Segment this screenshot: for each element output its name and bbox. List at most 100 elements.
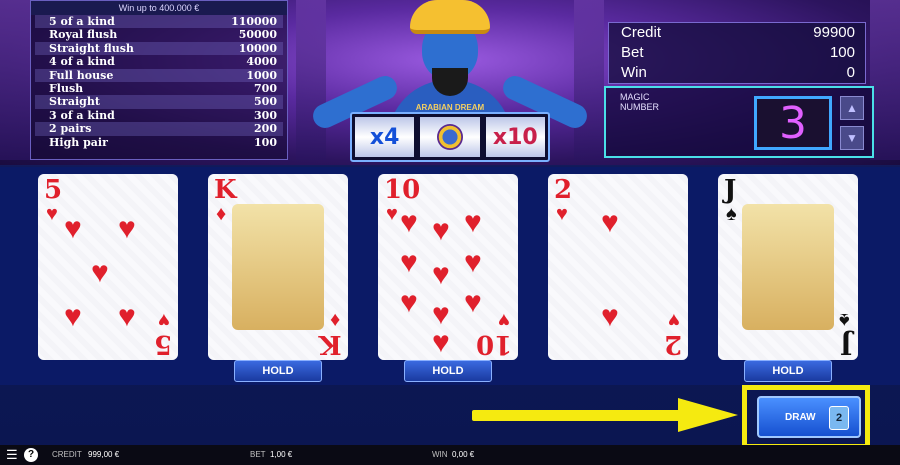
card-rank: K [214,175,237,205]
heart-pip-icon: ♥ [118,212,136,245]
card-slot: K ♦ K ♦ HOLD [208,174,348,382]
heart-pip-icon: ♥ [91,256,109,289]
paytable-pay: 10000 [238,41,277,55]
card-rank-bottom: 2 [663,329,682,359]
win-value: 0 [846,64,855,81]
face-card-figure [232,204,324,330]
card-suit-icon: ♦ [216,203,227,225]
paytable-header: Win up to 400.000 € [31,1,287,15]
card-suit-bottom-icon: ♦ [329,309,340,331]
heart-pip-icon: ♥ [464,246,482,279]
magic-down-arrow-icon[interactable]: ▼ [840,126,864,150]
card-rank-bottom: 10 [475,329,512,359]
bottom-win-value: 0,00 € [452,450,475,459]
heart-pip-icon: ♥ [464,206,482,239]
paytable-pay: 200 [254,122,277,136]
draw-button[interactable]: DRAW 2 [757,396,861,438]
playing-card[interactable]: K ♦ K ♦ [208,174,348,360]
win-label: Win [621,64,647,81]
paytable-row: 4 of a kind 4000 [35,55,283,68]
multiplier-reels: x4 x10 [350,112,550,162]
paytable-hand: Full house [49,68,114,82]
hold-button[interactable]: HOLD [234,360,322,382]
paytable-row: Flush 700 [35,82,283,95]
status-bar: ☰ ? CREDIT 999,00 € BET 1,00 € WIN 0,00 … [0,445,900,465]
magic-number-value: 3 [754,96,832,150]
card-rank: 10 [384,175,421,205]
card-suit-bottom-icon: ♥ [498,309,510,331]
paytable-row: 3 of a kind 300 [35,109,283,122]
genie-turban [410,0,490,34]
paytable-hand: 3 of a kind [49,108,115,122]
face-card-figure [742,204,834,330]
card-suit-icon: ♥ [556,203,568,225]
bet-label: Bet [621,44,644,61]
card-suit-icon: ♠ [726,203,737,225]
paytable-pay: 4000 [246,55,277,69]
help-icon[interactable]: ? [24,448,38,462]
paytable-hand: 2 pairs [49,122,92,136]
credit-row: Credit 99900 [609,23,865,43]
paytable-row: 2 pairs 200 [35,122,283,136]
paytable-hand: 5 of a kind [49,15,115,28]
paytable-hand: Royal flush [49,28,118,42]
heart-pip-icon: ♥ [464,286,482,319]
paytable-row: Full house 1000 [35,68,283,82]
multiplier-right: x10 [492,124,538,150]
paytable-pay: 100 [254,135,277,149]
paytable-row: 5 of a kind 110000 [35,15,283,29]
heart-pip-icon: ♥ [400,246,418,279]
card-suit-bottom-icon: ♥ [158,309,170,331]
magic-up-arrow-icon[interactable]: ▲ [840,96,864,120]
hold-button[interactable]: HOLD [404,360,492,382]
bet-value: 100 [829,44,855,61]
heart-pip-icon: ♥ [400,206,418,239]
multiplier-left: x4 [369,124,400,150]
bottom-credit-value: 999,00 € [88,450,120,459]
game-screen: Win up to 400.000 € 5 of a kind 110000 Roy… [0,0,900,465]
heart-pip-icon: ♥ [432,258,450,291]
multiplier-reel-right: x10 [485,117,545,157]
genie-emblem-icon [436,124,463,150]
paytable-row: Straight flush 10000 [35,41,283,56]
card-rank-bottom: K [319,329,342,359]
paytable-hand: High pair [49,135,108,149]
hint-arrow-shaft [472,410,682,421]
heart-pip-icon: ♥ [432,326,450,359]
credit-label: Credit [621,24,662,41]
paytable-row: High pair 100 [35,136,283,149]
heart-pip-icon: ♥ [400,286,418,319]
paytable-pay: 500 [254,95,277,109]
card-slot: 2 ♥ ♥ ♥ 2 ♥ [548,174,688,372]
playing-card[interactable]: 5 ♥ ♥ ♥ ♥ ♥ ♥ 5 ♥ [38,174,178,360]
multiplier-reel-center [420,117,480,157]
card-suit-icon: ♥ [386,203,398,225]
multiplier-reel-left: x4 [355,117,415,157]
playing-card[interactable]: 10 ♥ ♥ ♥ ♥ ♥ ♥ ♥ ♥ ♥ ♥ ♥ 10 ♥ [378,174,518,360]
playing-card[interactable]: 2 ♥ ♥ ♥ 2 ♥ [548,174,688,360]
tower-mid-left [296,0,326,160]
cards-icon: 2 [829,406,849,430]
paytable-pay: 110000 [231,15,277,28]
playing-card[interactable]: J ♠ J ♠ [718,174,858,360]
paytable-hand: Straight [49,95,100,109]
card-slot: 10 ♥ ♥ ♥ ♥ ♥ ♥ ♥ ♥ ♥ ♥ ♥ 10 ♥ HOLD [378,174,518,382]
heart-pip-icon: ♥ [601,300,619,333]
bottom-win-label: WIN [432,450,448,459]
tower-mid-right [574,0,604,160]
win-row: Win 0 [609,63,865,83]
bottom-bet-value: 1,00 € [270,450,293,459]
heart-pip-icon: ♥ [601,206,619,239]
hold-button[interactable]: HOLD [744,360,832,382]
paytable: Win up to 400.000 € 5 of a kind 110000 Roy… [30,0,288,160]
card-suit-bottom-icon: ♥ [668,309,680,331]
info-panel: Credit 99900 Bet 100 Win 0 [608,22,866,84]
paytable-row: Straight 500 [35,95,283,109]
heart-pip-icon: ♥ [432,214,450,247]
paytable-pay: 700 [254,81,277,95]
card-suit-icon: ♥ [46,203,58,225]
paytable-pay: 50000 [238,28,277,42]
menu-icon[interactable]: ☰ [6,448,20,462]
card-slot: 5 ♥ ♥ ♥ ♥ ♥ ♥ 5 ♥ [38,174,178,372]
paytable-hand: Flush [49,81,84,95]
